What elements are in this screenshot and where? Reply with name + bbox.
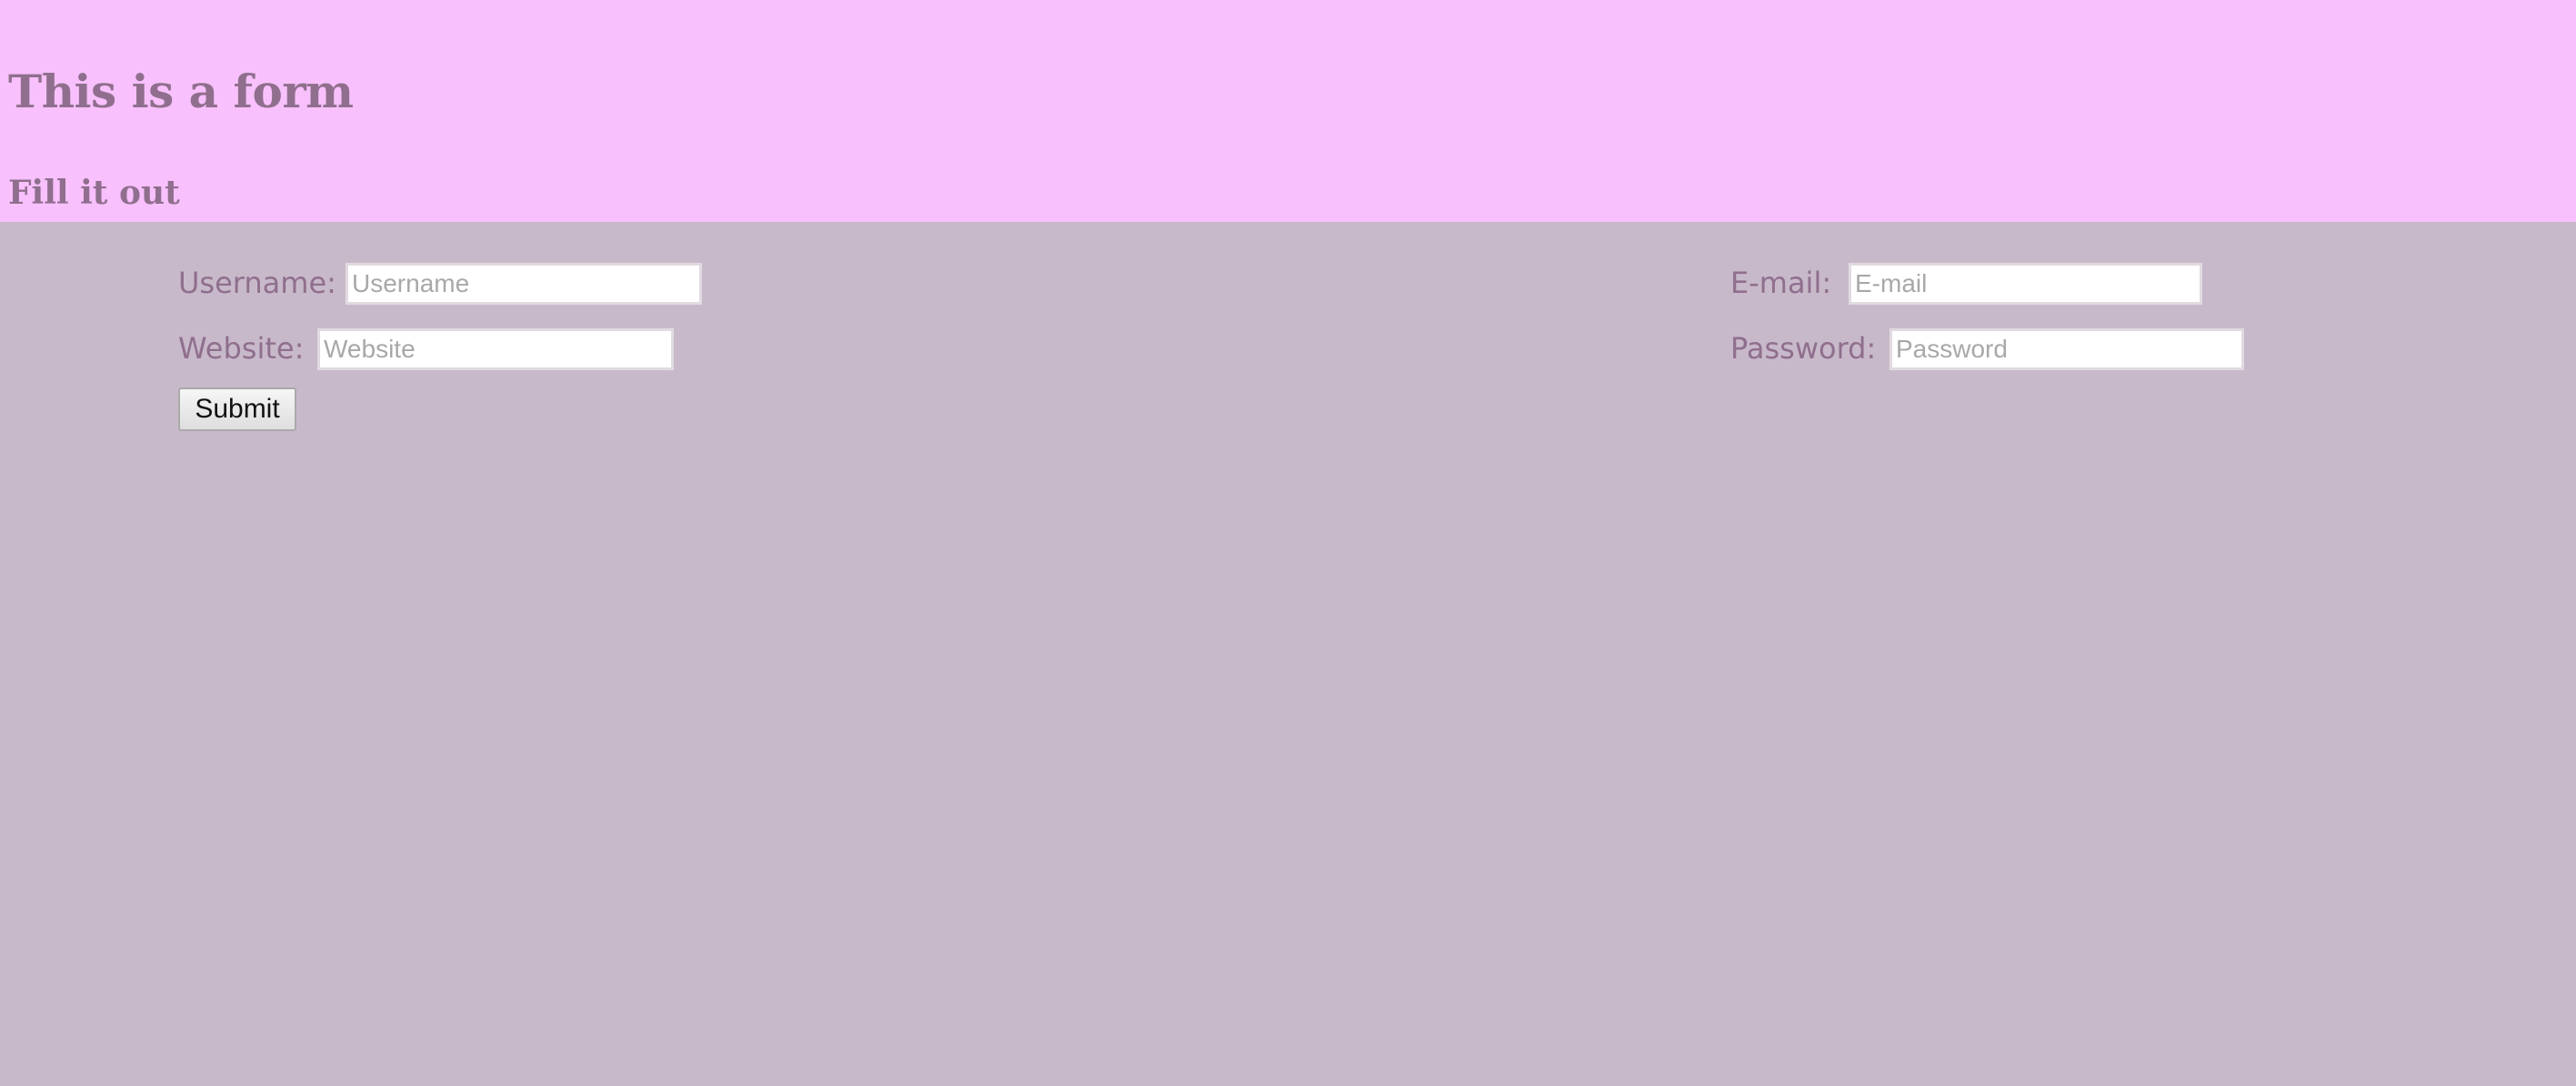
page-header: This is a form Fill it out <box>0 0 2576 222</box>
username-input[interactable] <box>346 263 702 305</box>
password-label: Password: <box>1730 331 1877 366</box>
username-label: Username: <box>178 266 336 300</box>
submit-button[interactable]: Submit <box>178 387 296 431</box>
password-input[interactable] <box>1889 328 2244 370</box>
signup-form: Username: Website: E-mail: Password: Sub… <box>0 222 2576 1086</box>
website-label: Website: <box>178 331 305 366</box>
page-subtitle: Fill it out <box>8 174 180 212</box>
page-title: This is a form <box>8 65 354 118</box>
email-input[interactable] <box>1849 263 2202 305</box>
website-input[interactable] <box>317 328 674 370</box>
email-label: E-mail: <box>1730 266 1832 300</box>
